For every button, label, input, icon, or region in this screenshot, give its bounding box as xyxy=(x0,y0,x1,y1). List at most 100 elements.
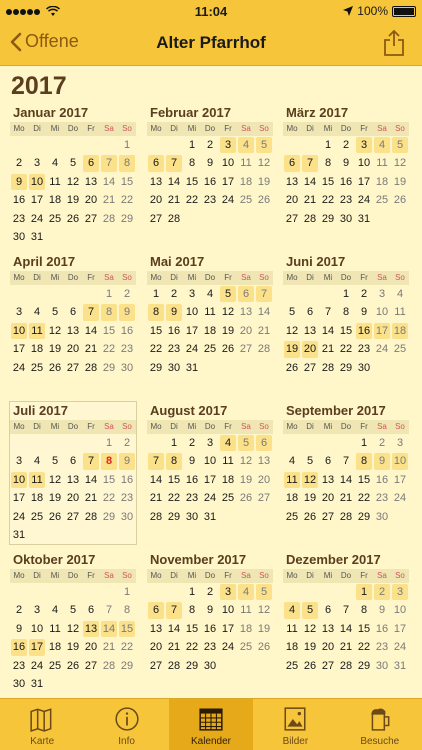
day-cell[interactable]: 10 xyxy=(392,453,408,470)
day-cell[interactable]: 10 xyxy=(202,453,218,469)
day-cell[interactable]: 12 xyxy=(302,621,318,637)
day-cell[interactable]: 25 xyxy=(220,490,236,506)
day-cell[interactable]: 4 xyxy=(202,286,218,302)
day-cell[interactable]: 11 xyxy=(202,304,218,320)
day-cell[interactable]: 3 xyxy=(220,137,236,154)
day-cell[interactable]: 13 xyxy=(83,174,99,190)
day-cell[interactable]: 15 xyxy=(119,620,135,638)
day-cell[interactable]: 18 xyxy=(220,472,236,488)
day-cell[interactable]: 14 xyxy=(256,304,272,320)
day-cell[interactable]: 15 xyxy=(338,323,354,339)
day-cell[interactable]: 3 xyxy=(202,435,218,451)
day-cell[interactable]: 1 xyxy=(166,435,182,451)
day-cell[interactable]: 13 xyxy=(65,323,81,339)
day-cell[interactable]: 31 xyxy=(29,676,45,692)
day-cell[interactable]: 23 xyxy=(11,211,27,227)
day-cell[interactable]: 2 xyxy=(374,435,390,451)
day-cell[interactable]: 31 xyxy=(356,211,372,227)
day-cell[interactable]: 18 xyxy=(284,490,300,506)
day-cell[interactable]: 28 xyxy=(83,509,99,525)
day-cell[interactable]: 25 xyxy=(47,658,63,674)
day-cell[interactable]: 16 xyxy=(119,472,135,488)
day-cell[interactable]: 19 xyxy=(256,621,272,637)
day-cell[interactable]: 4 xyxy=(284,453,300,469)
day-cell[interactable]: 28 xyxy=(83,360,99,376)
day-cell[interactable]: 22 xyxy=(101,490,117,506)
day-cell[interactable]: 6 xyxy=(83,602,99,618)
day-cell[interactable]: 29 xyxy=(119,658,135,674)
day-cell[interactable]: 20 xyxy=(238,323,254,339)
day-cell[interactable]: 4 xyxy=(284,602,300,619)
day-cell[interactable]: 9 xyxy=(11,621,27,637)
day-cell[interactable]: 28 xyxy=(148,509,164,525)
day-cell[interactable]: 4 xyxy=(374,137,390,154)
day-cell[interactable]: 11 xyxy=(29,471,45,489)
day-cell[interactable]: 3 xyxy=(392,435,408,451)
day-cell[interactable]: 18 xyxy=(202,323,218,339)
day-cell[interactable]: 12 xyxy=(256,602,272,618)
day-cell[interactable]: 21 xyxy=(166,192,182,208)
day-cell[interactable]: 8 xyxy=(320,155,336,171)
day-cell[interactable]: 3 xyxy=(29,155,45,171)
day-cell[interactable]: 19 xyxy=(284,341,300,358)
day-cell[interactable]: 21 xyxy=(101,192,117,208)
day-cell[interactable]: 16 xyxy=(202,621,218,637)
day-cell[interactable]: 26 xyxy=(284,360,300,376)
day-cell[interactable]: 25 xyxy=(284,658,300,674)
day-cell[interactable]: 13 xyxy=(238,304,254,320)
day-cell[interactable]: 5 xyxy=(256,584,272,601)
day-cell[interactable]: 27 xyxy=(302,360,318,376)
day-cell[interactable]: 16 xyxy=(356,322,372,340)
day-cell[interactable]: 18 xyxy=(47,639,63,655)
day-cell[interactable]: 23 xyxy=(356,341,372,357)
day-cell[interactable]: 4 xyxy=(238,137,254,154)
day-cell[interactable]: 15 xyxy=(166,472,182,488)
day-cell[interactable]: 5 xyxy=(284,304,300,320)
day-cell[interactable]: 2 xyxy=(202,584,218,600)
day-cell[interactable]: 6 xyxy=(302,304,318,320)
day-cell[interactable]: 24 xyxy=(184,341,200,357)
day-cell[interactable]: 21 xyxy=(83,341,99,357)
day-cell[interactable]: 9 xyxy=(202,155,218,171)
day-cell[interactable]: 13 xyxy=(320,472,336,488)
day-cell[interactable]: 14 xyxy=(83,323,99,339)
day-cell[interactable]: 2 xyxy=(11,602,27,618)
day-cell[interactable]: 4 xyxy=(29,304,45,320)
day-cell[interactable]: 19 xyxy=(256,174,272,190)
day-cell[interactable]: 26 xyxy=(392,192,408,208)
day-cell[interactable]: 3 xyxy=(29,602,45,618)
month-title[interactable]: März 2017 xyxy=(283,104,409,122)
day-cell[interactable]: 14 xyxy=(338,621,354,637)
day-cell[interactable]: 17 xyxy=(374,322,390,340)
day-cell[interactable]: 26 xyxy=(65,211,81,227)
day-cell[interactable]: 27 xyxy=(320,509,336,525)
day-cell[interactable]: 11 xyxy=(238,602,254,618)
day-cell[interactable]: 9 xyxy=(338,155,354,171)
day-cell[interactable]: 21 xyxy=(148,490,164,506)
month-title[interactable]: Oktober 2017 xyxy=(10,551,136,569)
day-cell[interactable]: 7 xyxy=(148,453,164,470)
day-cell[interactable]: 17 xyxy=(11,341,27,357)
day-cell[interactable]: 26 xyxy=(302,509,318,525)
day-cell[interactable]: 1 xyxy=(119,584,135,600)
day-cell[interactable]: 2 xyxy=(166,286,182,302)
day-cell[interactable]: 22 xyxy=(356,490,372,506)
day-cell[interactable]: 28 xyxy=(302,211,318,227)
day-cell[interactable]: 11 xyxy=(47,174,63,190)
day-cell[interactable]: 31 xyxy=(392,658,408,674)
day-cell[interactable]: 21 xyxy=(166,639,182,655)
day-cell[interactable]: 20 xyxy=(320,490,336,506)
day-cell[interactable]: 14 xyxy=(302,174,318,190)
day-cell[interactable]: 15 xyxy=(356,621,372,637)
day-cell[interactable]: 16 xyxy=(11,192,27,208)
day-cell[interactable]: 16 xyxy=(11,639,27,656)
day-cell[interactable]: 26 xyxy=(256,192,272,208)
day-cell[interactable]: 9 xyxy=(119,453,135,470)
day-cell[interactable]: 29 xyxy=(119,211,135,227)
month-title[interactable]: August 2017 xyxy=(147,402,273,420)
day-cell[interactable]: 12 xyxy=(284,323,300,339)
day-cell[interactable]: 18 xyxy=(284,639,300,655)
day-cell[interactable]: 24 xyxy=(220,192,236,208)
day-cell[interactable]: 6 xyxy=(65,304,81,320)
day-cell[interactable]: 9 xyxy=(11,173,27,191)
